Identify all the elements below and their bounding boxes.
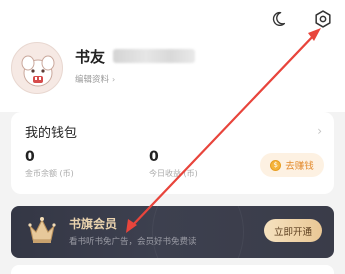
today-earnings-value: 0 (149, 149, 159, 165)
earn-money-button[interactable]: $ 去赚钱 (260, 153, 324, 177)
membership-banner[interactable]: 书旗会员 看书听书免广告，会员好书免费读 立即开通 (11, 206, 334, 258)
nickname-row: 书友 (75, 45, 196, 67)
crown-icon (28, 217, 56, 243)
moon-icon[interactable] (266, 7, 290, 31)
edit-profile-link[interactable]: 编辑资料 › (75, 73, 116, 86)
blurred-user-id (113, 49, 196, 63)
chevron-right-icon: › (112, 74, 116, 84)
today-earnings[interactable]: 0 今日收益 (币) (149, 149, 198, 179)
earn-money-label: 去赚钱 (285, 161, 314, 172)
coin-balance-value: 0 (25, 149, 35, 165)
avatar[interactable] (11, 42, 63, 94)
wallet-card[interactable]: 我的钱包 › 0 金币余额 (币) 0 今日收益 (币) $ 去赚钱 (11, 112, 334, 194)
today-earnings-label: 今日收益 (币) (149, 169, 198, 178)
membership-subtitle: 看书听书免广告，会员好书免费读 (69, 237, 197, 247)
edit-profile-label: 编辑资料 (75, 75, 110, 85)
coin-icon: $ (270, 159, 282, 171)
coin-balance-label: 金币余额 (币) (25, 169, 74, 178)
membership-title: 书旗会员 (69, 217, 118, 231)
gear-icon[interactable] (311, 7, 335, 31)
nickname: 书友 (75, 47, 106, 66)
coin-balance[interactable]: 0 金币余额 (币) (25, 149, 74, 179)
next-card-edge (11, 265, 334, 274)
wallet-title: 我的钱包 (25, 126, 78, 141)
chevron-right-icon[interactable]: › (317, 124, 322, 138)
activate-membership-button[interactable]: 立即开通 (264, 219, 322, 242)
